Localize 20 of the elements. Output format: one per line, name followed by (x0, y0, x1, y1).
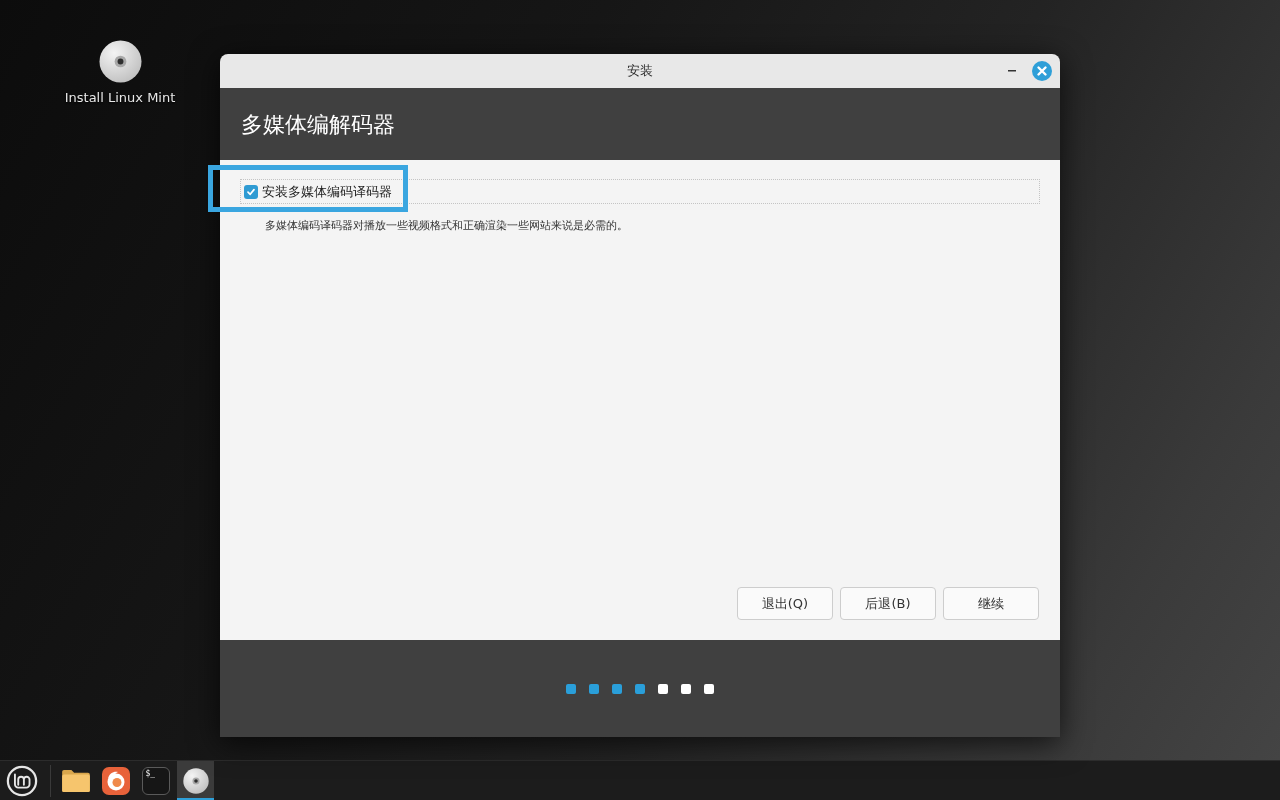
circle-logo-icon (6, 764, 38, 797)
desktop-icon-label[interactable]: Install Linux Mint (64, 90, 176, 106)
window-title: 安装 (627, 62, 653, 81)
browser-icon (101, 766, 130, 795)
taskbar-button[interactable]: $_ (137, 760, 174, 800)
taskbar-button[interactable] (177, 760, 214, 800)
close-icon (1032, 61, 1052, 81)
dialog-button[interactable]: 退出(Q) (737, 587, 833, 620)
checkbox[interactable] (244, 184, 258, 199)
disc-icon (182, 767, 209, 794)
terminal-icon: $_ (141, 766, 170, 795)
close-button[interactable] (1032, 61, 1052, 81)
minimize-icon (1008, 70, 1016, 72)
folder-icon (60, 768, 91, 793)
description-text: 多媒体编码译码器对播放一些视频格式和正确渲染一些网站来说是必需的。 (265, 219, 629, 233)
checkbox-option[interactable]: 安装多媒体编码译码器 (240, 179, 1040, 204)
dialog-button[interactable]: 后退(B) (840, 587, 936, 620)
dialog-button[interactable]: 继续 (943, 587, 1039, 620)
disc-icon (98, 40, 142, 83)
page-heading: 多媒体编解码器 (241, 110, 395, 139)
